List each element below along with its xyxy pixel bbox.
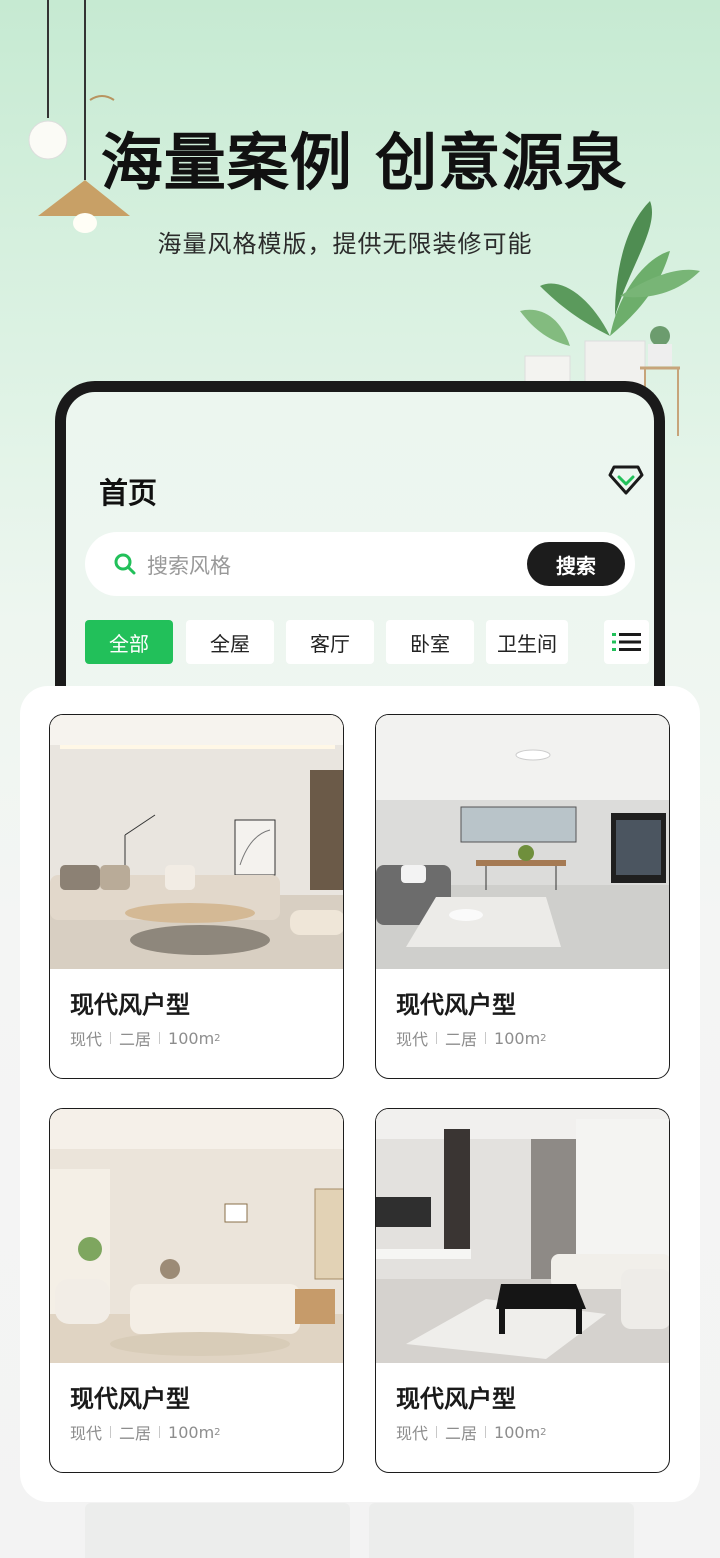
case-image [376, 1109, 669, 1363]
case-meta: 现代 二居 100m 2 [70, 1026, 221, 1050]
case-style: 现代 [396, 1424, 429, 1443]
tab-bathroom[interactable]: 卫生间 [486, 620, 568, 664]
case-area-sup: 2 [214, 1426, 221, 1438]
faded-card-preview [85, 1503, 350, 1558]
case-title: 现代风户型 [70, 991, 190, 1019]
meta-divider [110, 1032, 112, 1044]
case-card[interactable]: 现代风户型 现代 二居 100m 2 [49, 714, 344, 1079]
faded-card-preview [369, 1503, 634, 1558]
case-meta: 现代 二居 100m 2 [396, 1026, 547, 1050]
meta-divider [110, 1426, 112, 1438]
case-image [376, 715, 669, 969]
hero-subtitle: 海量风格模版，提供无限装修可能 [157, 230, 533, 258]
case-image [50, 715, 343, 969]
search-bar[interactable]: 搜索风格 搜索 [85, 532, 635, 596]
tab-living-room[interactable]: 客厅 [286, 620, 374, 664]
case-card[interactable]: 现代风户型 现代 二居 100m 2 [375, 1108, 670, 1473]
case-rooms: 二居 [445, 1030, 478, 1049]
meta-divider [485, 1032, 487, 1044]
meta-divider [436, 1426, 438, 1438]
case-area-sup: 2 [540, 1426, 547, 1438]
case-card[interactable]: 现代风户型 现代 二居 100m 2 [375, 714, 670, 1079]
case-area-sup: 2 [540, 1032, 547, 1044]
diamond-icon[interactable] [608, 464, 644, 496]
search-icon [114, 553, 136, 575]
page-title: 首页 [99, 470, 158, 512]
search-input[interactable]: 搜索风格 [147, 550, 231, 580]
case-rooms: 二居 [119, 1030, 152, 1049]
meta-divider [436, 1032, 438, 1044]
case-rooms: 二居 [119, 1424, 152, 1443]
case-image [50, 1109, 343, 1363]
case-area-sup: 2 [214, 1032, 221, 1044]
case-grid-panel: 现代风户型 现代 二居 100m 2 现代风户型 现代 二居 100m 2 现代… [20, 686, 700, 1502]
list-icon[interactable] [604, 620, 649, 664]
category-tabs: 全部 全屋 客厅 卧室 卫生间 [85, 620, 655, 664]
meta-divider [485, 1426, 487, 1438]
case-style: 现代 [70, 1030, 103, 1049]
case-style: 现代 [70, 1424, 103, 1443]
tab-bedroom[interactable]: 卧室 [386, 620, 474, 664]
case-title: 现代风户型 [396, 1385, 516, 1413]
case-area: 100m [494, 1028, 541, 1048]
meta-divider [159, 1426, 161, 1438]
meta-divider [159, 1032, 161, 1044]
case-style: 现代 [396, 1030, 429, 1049]
case-area: 100m [168, 1028, 215, 1048]
case-meta: 现代 二居 100m 2 [396, 1420, 547, 1444]
case-rooms: 二居 [445, 1424, 478, 1443]
case-title: 现代风户型 [396, 991, 516, 1019]
hero-title: 海量案例 创意源泉 [100, 126, 628, 199]
case-card[interactable]: 现代风户型 现代 二居 100m 2 [49, 1108, 344, 1473]
search-button[interactable]: 搜索 [527, 542, 625, 586]
case-area: 100m [168, 1422, 215, 1442]
tab-all[interactable]: 全部 [85, 620, 173, 664]
case-meta: 现代 二居 100m 2 [70, 1420, 221, 1444]
case-title: 现代风户型 [70, 1385, 190, 1413]
case-area: 100m [494, 1422, 541, 1442]
tab-whole-house[interactable]: 全屋 [186, 620, 274, 664]
